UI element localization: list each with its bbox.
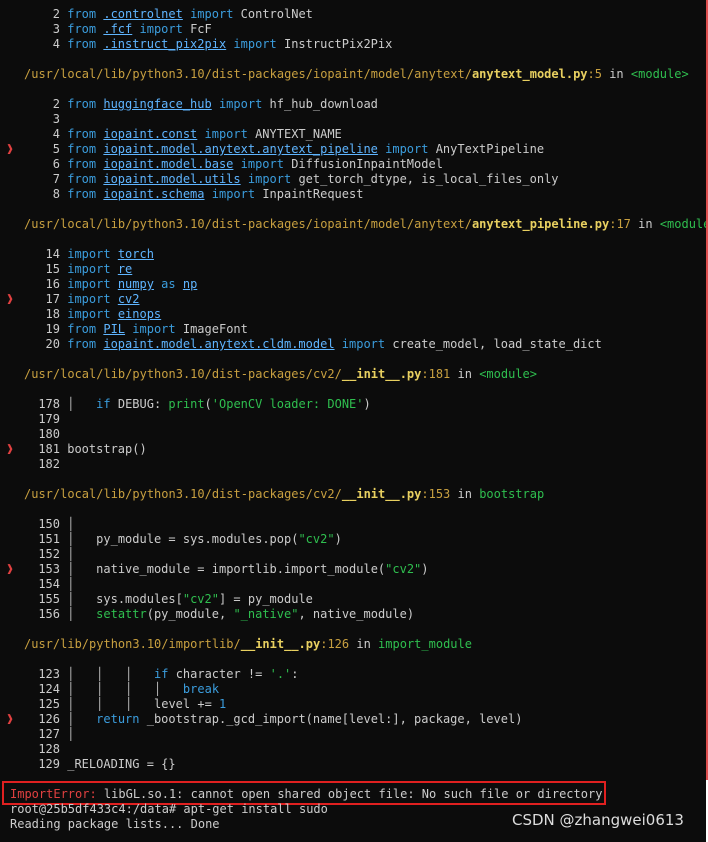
code-line: 156 │ setattr(py_module, "_native", nati… <box>38 607 415 621</box>
traceback-frame-header: /usr/local/lib/python3.10/dist-packages/… <box>24 217 706 231</box>
code-line: 20 from iopaint.model.anytext.cldm.model… <box>45 337 602 351</box>
code-line: 4 from .instruct_pix2pix import Instruct… <box>52 37 393 51</box>
traceback-frame-header: /usr/lib/python3.10/importlib/__init__.p… <box>24 637 472 651</box>
current-line-marker-icon: ❱ <box>6 562 14 576</box>
code-line-current: ❱ 17 import cv2 <box>0 292 139 307</box>
code-line: 124 │ │ │ │ break <box>38 682 220 696</box>
code-line: 3 <box>52 112 60 126</box>
traceback-frame-header: /usr/local/lib/python3.10/dist-packages/… <box>24 367 537 381</box>
code-line-current: ❱ 126 │ return _bootstrap._gcd_import(nam… <box>0 712 522 727</box>
error-message: ImportError: libGL.so.1: cannot open sha… <box>10 787 603 801</box>
code-line: 152 │ <box>38 547 75 561</box>
code-line: 180 <box>38 427 60 441</box>
current-line-marker-icon: ❱ <box>6 292 14 306</box>
code-line-current: ❱ 5 from iopaint.model.anytext.anytext_pi… <box>0 142 544 157</box>
code-line: 6 from iopaint.model.base import Diffusi… <box>52 157 443 171</box>
code-line: 128 <box>38 742 60 756</box>
code-line-current: ❱ 153 │ native_module = importlib.import_… <box>0 562 428 577</box>
code-line: 155 │ sys.modules["cv2"] = py_module <box>38 592 313 606</box>
code-line: 19 from PIL import ImageFont <box>45 322 248 336</box>
terminal-window[interactable]: 2 from .controlnet import ControlNet 3 f… <box>0 0 706 842</box>
traceback-frame-header: /usr/local/lib/python3.10/dist-packages/… <box>24 487 545 501</box>
code-line: 125 │ │ │ level += 1 <box>38 697 227 711</box>
code-line: 14 import torch <box>45 247 154 261</box>
traceback-frame-header: /usr/local/lib/python3.10/dist-packages/… <box>24 67 689 81</box>
code-line: 18 import einops <box>45 307 162 321</box>
code-line: 2 from .controlnet import ControlNet <box>52 7 313 21</box>
shell-output-line: Reading package lists... Done <box>10 817 220 831</box>
code-line: 178 │ if DEBUG: print('OpenCV loader: DO… <box>38 397 371 411</box>
watermark: CSDN @zhangwei0613 <box>512 811 684 829</box>
shell-prompt-line[interactable]: root@25b5df433c4:/data# apt-get install … <box>10 802 328 817</box>
code-line: 2 from huggingface_hub import hf_hub_dow… <box>52 97 378 111</box>
code-line: 4 from iopaint.const import ANYTEXT_NAME <box>52 127 342 141</box>
current-line-marker-icon: ❱ <box>6 142 14 156</box>
code-line: 127 │ <box>38 727 75 741</box>
code-line: 123 │ │ │ if character != '.': <box>38 667 299 681</box>
code-line: 8 from iopaint.schema import InpaintRequ… <box>52 187 364 201</box>
code-line: 129 _RELOADING = {} <box>38 757 176 771</box>
code-line: 154 │ <box>38 577 75 591</box>
code-line: 151 │ py_module = sys.modules.pop("cv2") <box>38 532 342 546</box>
code-line: 16 import numpy as np <box>45 277 198 291</box>
code-line-current: ❱ 181 bootstrap() <box>0 442 146 457</box>
current-line-marker-icon: ❱ <box>6 712 14 726</box>
code-line: 179 <box>38 412 60 426</box>
code-line: 7 from iopaint.model.utils import get_to… <box>52 172 559 186</box>
code-line: 15 import re <box>45 262 133 276</box>
code-line: 182 <box>38 457 60 471</box>
code-line: 150 │ <box>38 517 75 531</box>
code-line: 3 from .fcf import FcF <box>52 22 212 36</box>
current-line-marker-icon: ❱ <box>6 442 14 456</box>
